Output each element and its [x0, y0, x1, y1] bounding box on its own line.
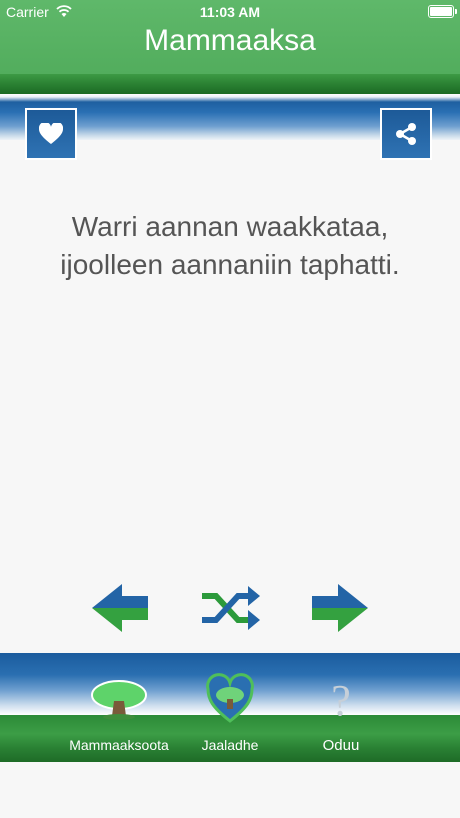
status-time: 11:03 AM [199, 4, 261, 20]
proverb-line-2: ijoolleen aannaniin taphatti. [60, 249, 400, 280]
header-banner-green [0, 74, 460, 94]
status-bar: Carrier 11:03 AM [0, 0, 460, 24]
tab-label: Mammaaksoota [69, 737, 169, 753]
arrow-left-icon [92, 584, 148, 632]
next-button[interactable] [308, 580, 372, 636]
tree-icon [91, 680, 147, 720]
proverb-text: Warri aannan waakkataa, ijoolleen aannan… [20, 208, 440, 284]
tab-label: Oduu [322, 737, 360, 754]
arrow-right-icon [312, 584, 368, 632]
tab-label: Jaaladhe [201, 737, 259, 753]
tab-jaaladhe[interactable]: Jaaladhe [170, 653, 290, 762]
heart-tree-icon [206, 673, 254, 723]
app-screen: Carrier 11:03 AM Mammaaksa Warri aannan … [0, 0, 460, 818]
question-icon: ? [331, 677, 351, 721]
shuffle-icon [202, 586, 260, 630]
battery-icon [428, 5, 457, 18]
tab-oduu[interactable]: ? Oduu [281, 653, 401, 762]
shuffle-button[interactable] [198, 580, 262, 636]
page-title: Mammaaksa [144, 24, 316, 57]
proverb-area: Warri aannan waakkataa, ijoolleen aannan… [0, 140, 460, 650]
app-header: Carrier 11:03 AM Mammaaksa [0, 0, 460, 74]
previous-button[interactable] [88, 580, 152, 636]
tab-mammaaksoota[interactable]: Mammaaksoota [59, 653, 179, 762]
svg-text:?: ? [331, 677, 351, 721]
tab-bar: Mammaaksoota Jaaladhe ? Oduu [0, 653, 460, 762]
proverb-line-1: Warri aannan waakkataa, [71, 211, 389, 242]
